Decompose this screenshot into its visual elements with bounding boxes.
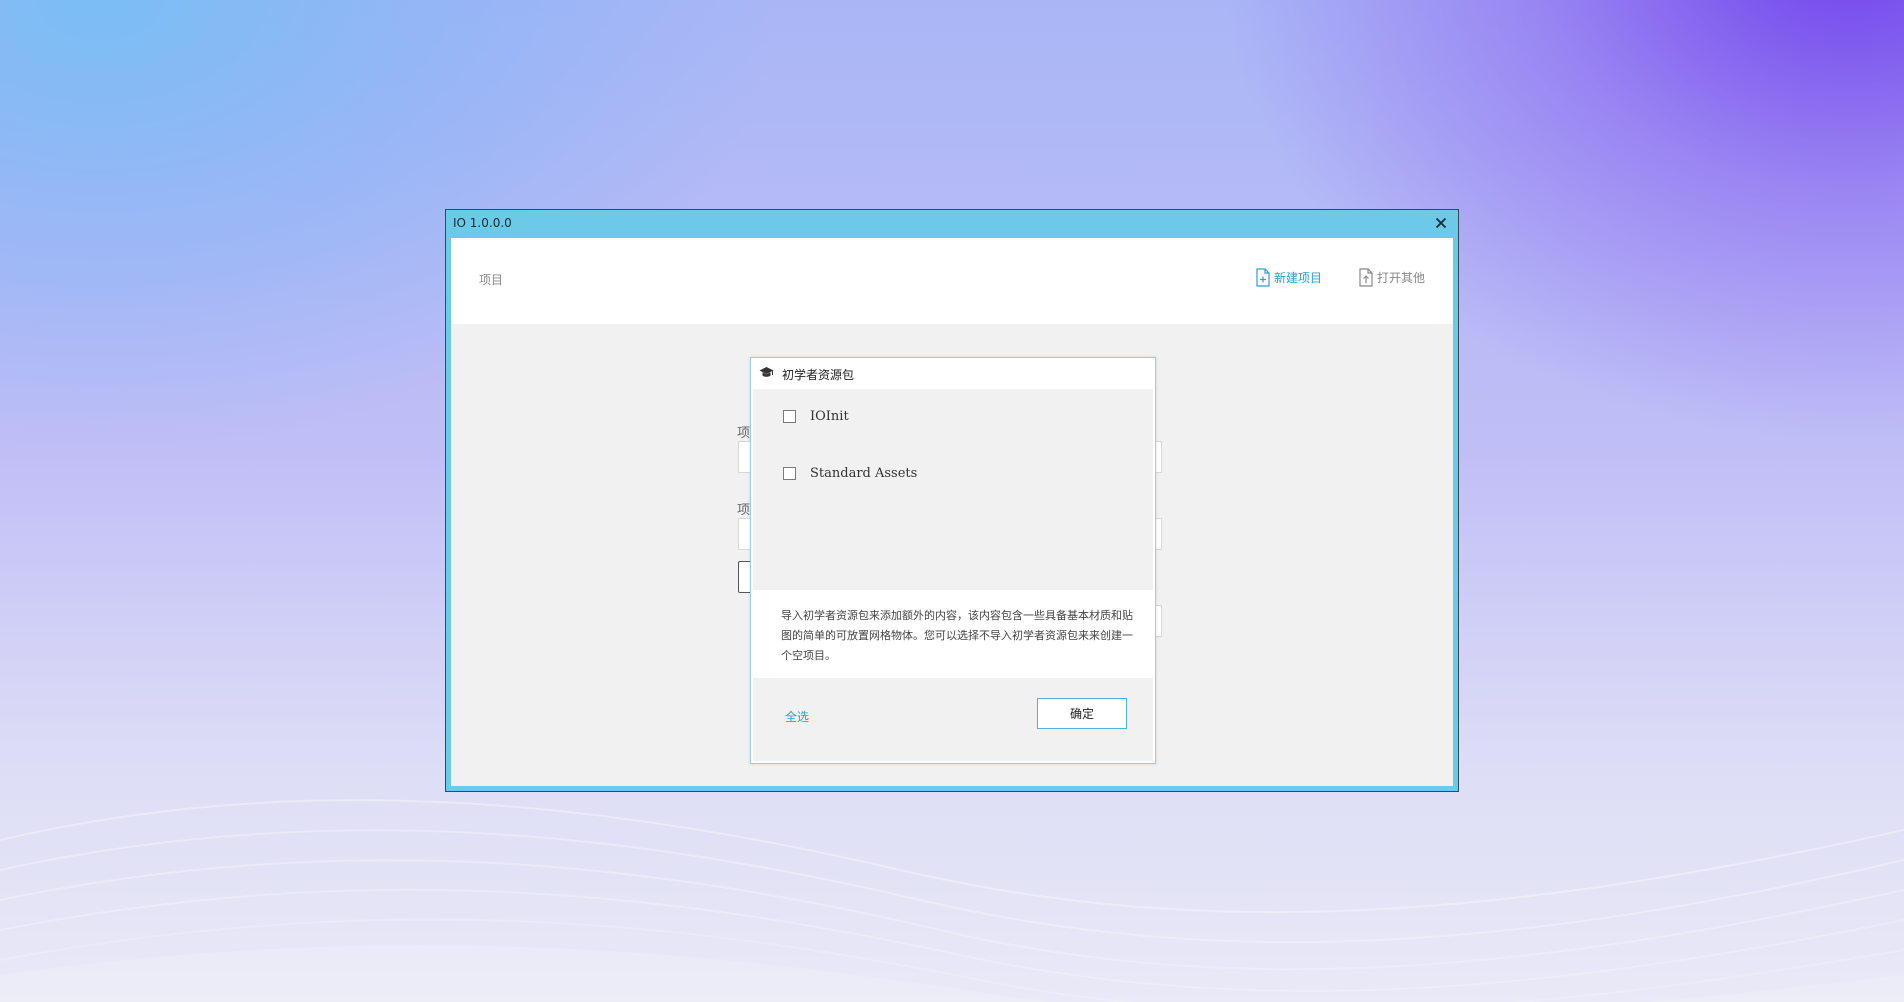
close-icon: [1435, 217, 1447, 229]
package-item-ioinit[interactable]: IOInit: [783, 409, 849, 424]
package-list: IOInit Standard Assets: [753, 389, 1153, 590]
window-title: IO 1.0.0.0: [453, 216, 512, 230]
wave-decoration: [0, 799, 1904, 1002]
new-project-button[interactable]: 新建项目: [1255, 268, 1322, 287]
new-file-icon: [1256, 268, 1270, 287]
confirm-button[interactable]: 确定: [1037, 698, 1127, 729]
dialog-title: 初学者资源包: [782, 368, 855, 382]
project-name-label: 项: [737, 426, 751, 441]
package-label: Standard Assets: [810, 466, 918, 481]
graduation-cap-icon: [759, 367, 774, 377]
open-other-label: 打开其他: [1377, 271, 1426, 285]
close-button[interactable]: [1432, 214, 1450, 232]
package-checkbox-standard-assets[interactable]: [783, 467, 796, 480]
page-title: 项目: [479, 273, 504, 287]
open-other-button[interactable]: 打开其他: [1358, 268, 1425, 287]
project-path-label: 项: [737, 503, 751, 518]
new-project-label: 新建项目: [1274, 271, 1323, 285]
header-bar: 项目 新建项目 打开其他: [451, 238, 1453, 324]
package-item-standard-assets[interactable]: Standard Assets: [783, 466, 917, 481]
package-label: IOInit: [810, 409, 849, 424]
dialog-description: 导入初学者资源包来添加额外的内容，该内容包含一些具备基本材质和贴图的简单的可放置…: [781, 609, 1133, 662]
open-file-icon: [1359, 268, 1373, 287]
title-bar[interactable]: IO 1.0.0.0: [446, 210, 1458, 238]
dialog-header: 初学者资源包: [751, 358, 1155, 389]
starter-pack-dialog: 初学者资源包 IOInit Standard Assets 导入初学者资源包来添…: [750, 357, 1156, 764]
select-all-link[interactable]: 全选: [785, 708, 809, 725]
package-checkbox-ioinit[interactable]: [783, 410, 796, 423]
dialog-footer: 全选 确定: [753, 678, 1153, 761]
